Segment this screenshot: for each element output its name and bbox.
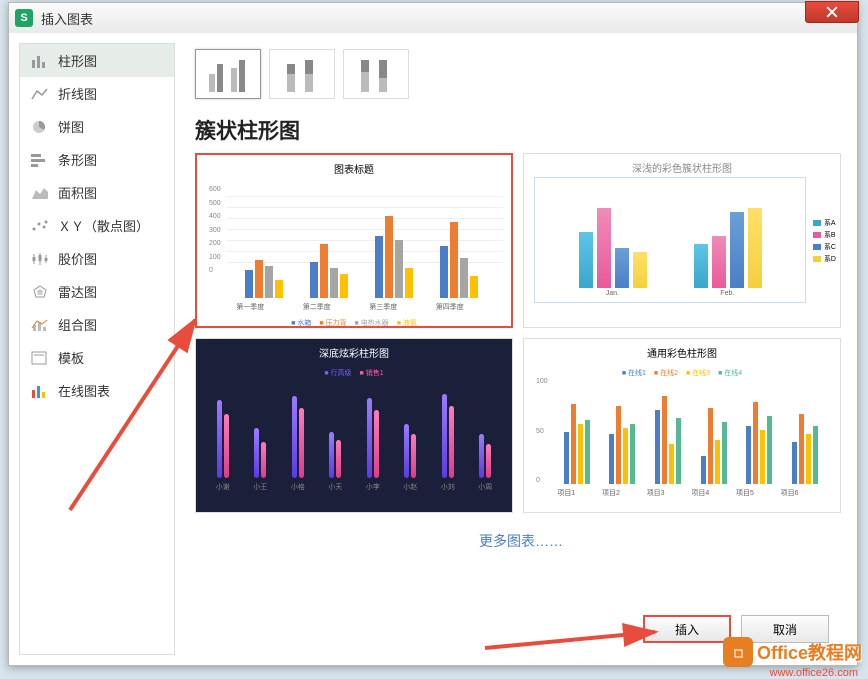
line-chart-icon [30, 86, 50, 102]
sidebar-label: 雷达图 [58, 282, 97, 301]
sidebar-item-line[interactable]: 折线图 [20, 77, 174, 110]
combo-chart-icon [30, 317, 50, 333]
sidebar-item-pie[interactable]: 饼图 [20, 110, 174, 143]
sidebar-item-bar[interactable]: 条形图 [20, 143, 174, 176]
scatter-chart-icon [30, 218, 50, 234]
sidebar-item-radar[interactable]: 雷达图 [20, 275, 174, 308]
sidebar-label: 饼图 [58, 117, 84, 136]
watermark: □ Office教程网 [723, 637, 862, 667]
dialog-title: 插入图表 [41, 9, 93, 28]
legend: 系A 系B 系C 系D [813, 216, 836, 266]
pie-chart-icon [30, 119, 50, 135]
chart-preview-4[interactable]: 通用彩色柱形图 ■ 在线1 ■ 在线2 ■ 在线3 ■ 在线4 100500 [523, 338, 841, 513]
insert-button[interactable]: 插入 [643, 615, 731, 643]
sidebar-item-area[interactable]: 面积图 [20, 176, 174, 209]
section-title: 簇状柱形图 [195, 109, 847, 153]
content-pane: 簇状柱形图 图表标题 6005004003002001000 [175, 43, 847, 655]
subtype-percent-stacked[interactable] [343, 49, 409, 99]
sidebar-item-stock[interactable]: 股价图 [20, 242, 174, 275]
chart-preview-3[interactable]: 深底炫彩柱形图 ■ 行高级 ■ 销售1 [195, 338, 513, 513]
chart-preview-1[interactable]: 图表标题 6005004003002001000 第一季度第二季度第三季度第四季… [195, 153, 513, 328]
sidebar-label: ＸＹ（散点图） [58, 216, 149, 235]
preview-grid: 图表标题 6005004003002001000 第一季度第二季度第三季度第四季… [195, 153, 847, 513]
area-chart-icon [30, 185, 50, 201]
bar-chart-icon [30, 152, 50, 168]
preview-title: 图表标题 [197, 155, 511, 178]
insert-chart-dialog: S 插入图表 柱形图 折线图 饼图 条形图 [8, 2, 858, 666]
sidebar-label: 面积图 [58, 183, 97, 202]
online-chart-icon [30, 383, 50, 399]
x-labels: 项目1项目2项目3项目4项目5项目6 [524, 484, 840, 498]
stock-chart-icon [30, 251, 50, 267]
watermark-icon: □ [723, 637, 753, 667]
sidebar-label: 折线图 [58, 84, 97, 103]
x-labels: 第一季度第二季度第三季度第四季度 [197, 298, 511, 312]
legend: ■ 在线1 ■ 在线2 ■ 在线3 ■ 在线4 [524, 362, 840, 378]
column-chart-icon [30, 53, 50, 69]
sidebar-label: 股价图 [58, 249, 97, 268]
app-icon: S [15, 9, 33, 27]
sidebar-item-template[interactable]: 模板 [20, 341, 174, 374]
more-charts-link[interactable]: 更多图表…… [195, 513, 847, 569]
subtype-row [195, 43, 847, 109]
chart-preview-2[interactable]: 深浅的彩色簇状柱形图 Jan.Feb. 系A 系B 系C 系D [523, 153, 841, 328]
subtype-stacked[interactable] [269, 49, 335, 99]
titlebar: S 插入图表 [9, 3, 857, 33]
sidebar-label: 柱形图 [58, 51, 97, 70]
legend: ■ 水箱 ■ 压力背 ■ 电热水器 ■ 液氨 [197, 312, 511, 328]
watermark-text: Office教程网 [757, 639, 862, 665]
chart-type-sidebar: 柱形图 折线图 饼图 条形图 面积图 ＸＹ（散点图） [19, 43, 175, 655]
watermark-url: www.office26.com [770, 667, 858, 679]
sidebar-label: 在线图表 [58, 381, 110, 400]
template-icon [30, 350, 50, 366]
preview-title: 通用彩色柱形图 [524, 339, 840, 362]
sidebar-label: 模板 [58, 348, 84, 367]
sidebar-item-column[interactable]: 柱形图 [20, 44, 174, 77]
dialog-body: 柱形图 折线图 饼图 条形图 面积图 ＸＹ（散点图） [9, 33, 857, 665]
preview-title: 深底炫彩柱形图 [196, 339, 512, 362]
close-button[interactable] [805, 1, 859, 23]
sidebar-item-scatter[interactable]: ＸＹ（散点图） [20, 209, 174, 242]
legend: ■ 行高级 ■ 销售1 [196, 362, 512, 378]
subtype-clustered[interactable] [195, 49, 261, 99]
sidebar-label: 组合图 [58, 315, 97, 334]
preview-title: 深浅的彩色簇状柱形图 [524, 154, 840, 177]
more-link-text[interactable]: 更多图表…… [479, 533, 563, 549]
sidebar-label: 条形图 [58, 150, 97, 169]
radar-chart-icon [30, 284, 50, 300]
sidebar-item-online[interactable]: 在线图表 [20, 374, 174, 407]
close-icon [826, 6, 838, 18]
sidebar-item-combo[interactable]: 组合图 [20, 308, 174, 341]
